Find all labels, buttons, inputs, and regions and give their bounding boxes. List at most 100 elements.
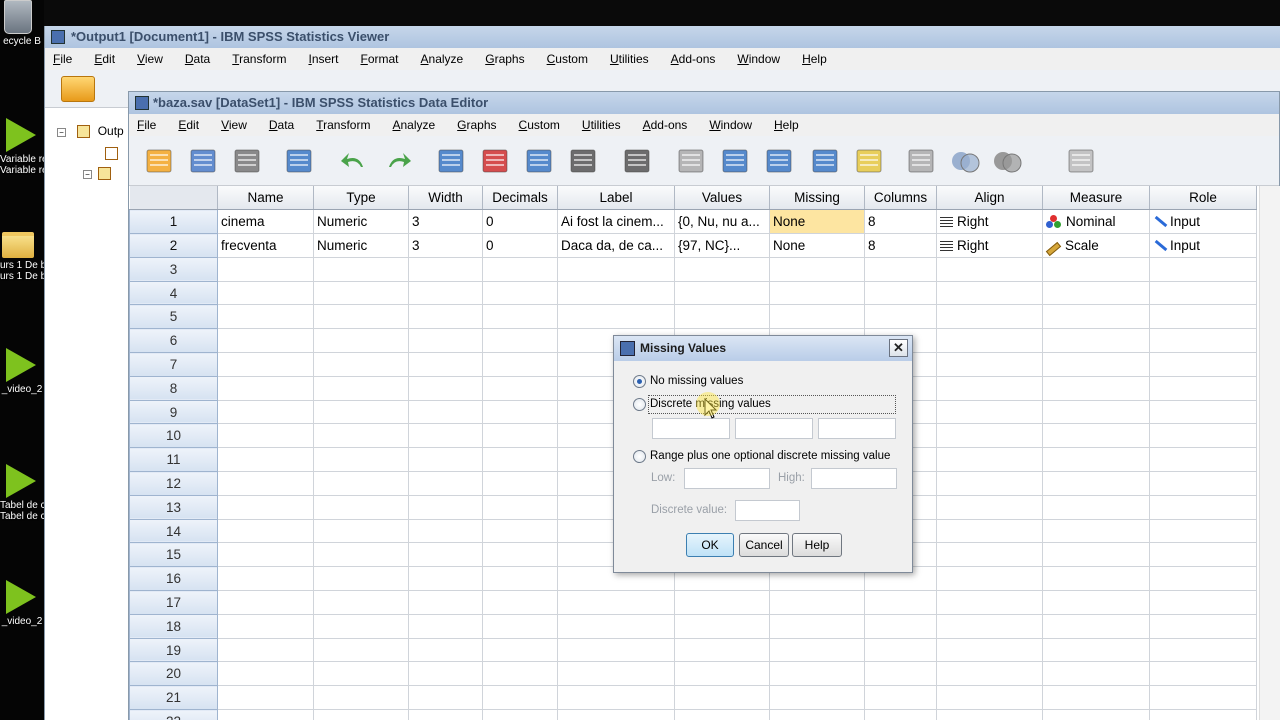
empty-cell[interactable] (482, 471, 558, 496)
empty-cell[interactable] (217, 471, 314, 496)
empty-cell[interactable] (936, 447, 1043, 473)
empty-cell[interactable] (217, 685, 314, 711)
column-header-missing[interactable]: Missing (769, 186, 865, 211)
discrete-value-field-2[interactable] (735, 418, 813, 439)
empty-cell[interactable] (674, 685, 770, 711)
empty-cell[interactable] (313, 614, 409, 639)
row-number[interactable]: 6 (129, 328, 218, 354)
row-number[interactable]: 9 (129, 399, 218, 425)
empty-cell[interactable] (408, 566, 483, 592)
empty-cell[interactable] (1149, 495, 1257, 520)
empty-cell[interactable] (217, 447, 314, 473)
empty-cell[interactable] (482, 376, 558, 401)
empty-row[interactable]: 20 (129, 661, 1257, 687)
save-icon[interactable] (187, 145, 219, 177)
empty-cell[interactable] (864, 709, 937, 720)
empty-cell[interactable] (313, 328, 409, 354)
empty-cell[interactable] (482, 495, 558, 520)
open-icon[interactable] (143, 145, 175, 177)
editor-menu-transform[interactable]: Transform (316, 118, 370, 132)
discrete-value-field-1[interactable] (652, 418, 730, 439)
empty-cell[interactable] (1149, 423, 1257, 449)
empty-cell[interactable] (1149, 614, 1257, 639)
empty-cell[interactable] (1042, 614, 1150, 639)
empty-cell[interactable] (557, 614, 675, 639)
empty-cell[interactable] (313, 566, 409, 592)
empty-row[interactable]: 18 (129, 613, 1257, 639)
empty-cell[interactable] (1042, 400, 1150, 425)
empty-cell[interactable] (1149, 709, 1257, 720)
empty-cell[interactable] (769, 304, 865, 330)
descriptive-stats-icon[interactable] (567, 145, 599, 177)
empty-cell[interactable] (217, 590, 314, 615)
cell-decimals[interactable]: 0 (482, 233, 558, 258)
empty-cell[interactable] (1149, 566, 1257, 592)
empty-cell[interactable] (769, 590, 865, 615)
missing-values-dialog[interactable]: Missing Values ✕ No missing values Discr… (613, 335, 913, 573)
select-cases-icon[interactable] (853, 145, 885, 177)
empty-cell[interactable] (408, 447, 483, 473)
empty-cell[interactable] (217, 257, 314, 282)
editor-menu-window[interactable]: Window (709, 118, 752, 132)
empty-cell[interactable] (313, 352, 409, 377)
ok-button[interactable]: OK (686, 533, 734, 557)
empty-cell[interactable] (864, 281, 937, 306)
cell-measure[interactable]: Scale (1042, 233, 1150, 258)
empty-cell[interactable] (313, 661, 409, 687)
empty-cell[interactable] (936, 328, 1043, 354)
empty-cell[interactable] (557, 638, 675, 663)
editor-menu-data[interactable]: Data (269, 118, 294, 132)
empty-cell[interactable] (936, 304, 1043, 330)
cell-label[interactable]: Daca da, de ca... (557, 233, 675, 258)
goto-variable-icon[interactable] (479, 145, 511, 177)
empty-cell[interactable] (482, 638, 558, 663)
row-number[interactable]: 8 (129, 375, 218, 401)
empty-cell[interactable] (936, 614, 1043, 639)
empty-cell[interactable] (217, 423, 314, 449)
empty-cell[interactable] (769, 661, 865, 687)
empty-cell[interactable] (936, 281, 1043, 306)
empty-cell[interactable] (864, 304, 937, 330)
empty-cell[interactable] (1149, 661, 1257, 687)
empty-cell[interactable] (936, 566, 1043, 592)
empty-cell[interactable] (864, 590, 937, 615)
cell-width[interactable]: 3 (408, 209, 483, 235)
empty-cell[interactable] (408, 614, 483, 639)
row-number[interactable]: 11 (129, 447, 218, 473)
row-number[interactable]: 17 (129, 590, 218, 615)
empty-cell[interactable] (482, 281, 558, 306)
empty-cell[interactable] (936, 471, 1043, 496)
viewer-menu-custom[interactable]: Custom (547, 52, 588, 66)
empty-cell[interactable] (217, 281, 314, 306)
empty-cell[interactable] (482, 352, 558, 377)
viewer-menu-file[interactable]: File (53, 52, 72, 66)
empty-cell[interactable] (408, 281, 483, 306)
viewer-menu-format[interactable]: Format (361, 52, 399, 66)
editor-menu-help[interactable]: Help (774, 118, 799, 132)
empty-cell[interactable] (1042, 376, 1150, 401)
empty-cell[interactable] (1042, 352, 1150, 377)
empty-cell[interactable] (408, 471, 483, 496)
empty-row[interactable]: 17 (129, 590, 1257, 615)
empty-cell[interactable] (1149, 519, 1257, 544)
row-number[interactable]: 3 (129, 256, 218, 282)
use-sets-icon[interactable] (949, 145, 981, 177)
variable-row[interactable]: 1 cinema Numeric 3 0 Ai fost la cinem... {0, N… (129, 209, 1257, 235)
high-field[interactable] (811, 468, 897, 489)
cell-type[interactable]: Numeric (313, 233, 409, 258)
cell-name[interactable]: frecventa (217, 233, 314, 258)
empty-cell[interactable] (936, 423, 1043, 449)
empty-cell[interactable] (1149, 352, 1257, 377)
empty-cell[interactable] (864, 257, 937, 282)
empty-cell[interactable] (674, 304, 770, 330)
empty-cell[interactable] (313, 471, 409, 496)
open-icon[interactable] (61, 76, 95, 102)
desktop-icon-video[interactable]: Tabel de cventa.wTabel de cventa.w (0, 464, 44, 522)
empty-cell[interactable] (557, 304, 675, 330)
cell-values[interactable]: {97, NC}... (674, 233, 770, 258)
find-icon[interactable] (621, 145, 653, 177)
cell-missing[interactable]: None (769, 209, 865, 235)
empty-cell[interactable] (1149, 376, 1257, 401)
empty-cell[interactable] (408, 709, 483, 720)
empty-cell[interactable] (217, 328, 314, 354)
